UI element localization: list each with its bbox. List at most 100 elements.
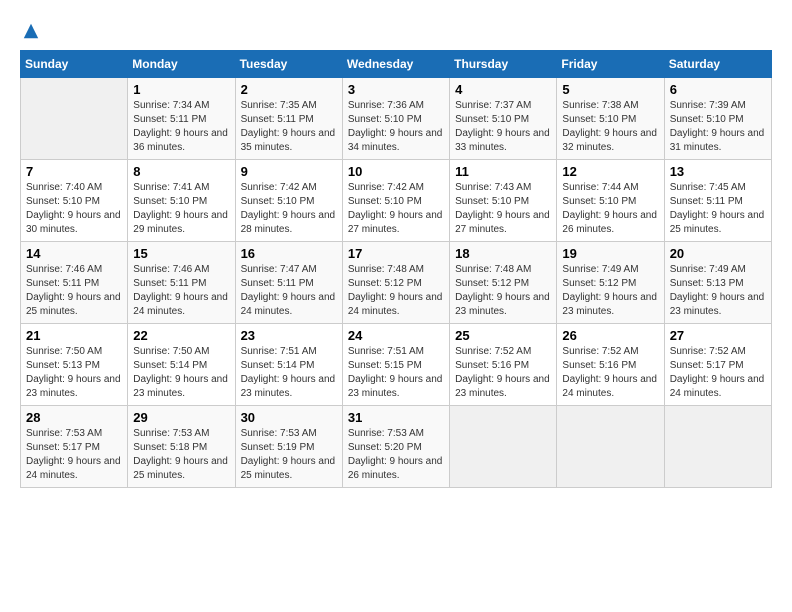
day-number: 28 bbox=[26, 410, 122, 425]
calendar-week-row: 28 Sunrise: 7:53 AM Sunset: 5:17 PM Dayl… bbox=[21, 405, 772, 487]
page-header bbox=[20, 20, 772, 40]
calendar-day-cell: 22 Sunrise: 7:50 AM Sunset: 5:14 PM Dayl… bbox=[128, 323, 235, 405]
sunrise-text: Sunrise: 7:48 AM bbox=[455, 264, 531, 275]
calendar-day-cell: 24 Sunrise: 7:51 AM Sunset: 5:15 PM Dayl… bbox=[342, 323, 449, 405]
sunset-text: Sunset: 5:16 PM bbox=[455, 360, 529, 371]
day-info: Sunrise: 7:42 AM Sunset: 5:10 PM Dayligh… bbox=[241, 181, 337, 237]
calendar-day-cell: 29 Sunrise: 7:53 AM Sunset: 5:18 PM Dayl… bbox=[128, 405, 235, 487]
daylight-text: Daylight: 9 hours and 27 minutes. bbox=[455, 210, 550, 235]
day-info: Sunrise: 7:47 AM Sunset: 5:11 PM Dayligh… bbox=[241, 263, 337, 319]
calendar-table: SundayMondayTuesdayWednesdayThursdayFrid… bbox=[20, 50, 772, 488]
day-number: 11 bbox=[455, 164, 551, 179]
daylight-text: Daylight: 9 hours and 23 minutes. bbox=[133, 374, 228, 399]
day-info: Sunrise: 7:37 AM Sunset: 5:10 PM Dayligh… bbox=[455, 99, 551, 155]
calendar-day-cell: 17 Sunrise: 7:48 AM Sunset: 5:12 PM Dayl… bbox=[342, 241, 449, 323]
daylight-text: Daylight: 9 hours and 23 minutes. bbox=[562, 292, 657, 317]
day-info: Sunrise: 7:53 AM Sunset: 5:19 PM Dayligh… bbox=[241, 427, 337, 483]
calendar-day-cell: 12 Sunrise: 7:44 AM Sunset: 5:10 PM Dayl… bbox=[557, 159, 664, 241]
sunrise-text: Sunrise: 7:52 AM bbox=[455, 346, 531, 357]
daylight-text: Daylight: 9 hours and 24 minutes. bbox=[133, 292, 228, 317]
day-info: Sunrise: 7:36 AM Sunset: 5:10 PM Dayligh… bbox=[348, 99, 444, 155]
day-info: Sunrise: 7:38 AM Sunset: 5:10 PM Dayligh… bbox=[562, 99, 658, 155]
calendar-day-cell: 7 Sunrise: 7:40 AM Sunset: 5:10 PM Dayli… bbox=[21, 159, 128, 241]
day-info: Sunrise: 7:44 AM Sunset: 5:10 PM Dayligh… bbox=[562, 181, 658, 237]
sunrise-text: Sunrise: 7:45 AM bbox=[670, 182, 746, 193]
day-info: Sunrise: 7:51 AM Sunset: 5:15 PM Dayligh… bbox=[348, 345, 444, 401]
weekday-header: Wednesday bbox=[342, 50, 449, 77]
sunset-text: Sunset: 5:15 PM bbox=[348, 360, 422, 371]
daylight-text: Daylight: 9 hours and 32 minutes. bbox=[562, 128, 657, 153]
calendar-day-cell bbox=[557, 405, 664, 487]
day-number: 6 bbox=[670, 82, 766, 97]
day-info: Sunrise: 7:35 AM Sunset: 5:11 PM Dayligh… bbox=[241, 99, 337, 155]
daylight-text: Daylight: 9 hours and 28 minutes. bbox=[241, 210, 336, 235]
sunrise-text: Sunrise: 7:53 AM bbox=[348, 428, 424, 439]
day-number: 5 bbox=[562, 82, 658, 97]
calendar-day-cell: 26 Sunrise: 7:52 AM Sunset: 5:16 PM Dayl… bbox=[557, 323, 664, 405]
day-number: 22 bbox=[133, 328, 229, 343]
daylight-text: Daylight: 9 hours and 24 minutes. bbox=[562, 374, 657, 399]
day-number: 9 bbox=[241, 164, 337, 179]
sunrise-text: Sunrise: 7:36 AM bbox=[348, 100, 424, 111]
day-info: Sunrise: 7:53 AM Sunset: 5:20 PM Dayligh… bbox=[348, 427, 444, 483]
sunrise-text: Sunrise: 7:42 AM bbox=[348, 182, 424, 193]
day-info: Sunrise: 7:49 AM Sunset: 5:13 PM Dayligh… bbox=[670, 263, 766, 319]
calendar-day-cell bbox=[21, 77, 128, 159]
sunrise-text: Sunrise: 7:48 AM bbox=[348, 264, 424, 275]
calendar-body: 1 Sunrise: 7:34 AM Sunset: 5:11 PM Dayli… bbox=[21, 77, 772, 487]
sunrise-text: Sunrise: 7:47 AM bbox=[241, 264, 317, 275]
calendar-week-row: 21 Sunrise: 7:50 AM Sunset: 5:13 PM Dayl… bbox=[21, 323, 772, 405]
sunrise-text: Sunrise: 7:42 AM bbox=[241, 182, 317, 193]
sunrise-text: Sunrise: 7:41 AM bbox=[133, 182, 209, 193]
calendar-day-cell: 20 Sunrise: 7:49 AM Sunset: 5:13 PM Dayl… bbox=[664, 241, 771, 323]
calendar-day-cell: 15 Sunrise: 7:46 AM Sunset: 5:11 PM Dayl… bbox=[128, 241, 235, 323]
daylight-text: Daylight: 9 hours and 23 minutes. bbox=[26, 374, 121, 399]
sunset-text: Sunset: 5:11 PM bbox=[26, 278, 99, 289]
day-number: 21 bbox=[26, 328, 122, 343]
daylight-text: Daylight: 9 hours and 23 minutes. bbox=[241, 374, 336, 399]
sunrise-text: Sunrise: 7:37 AM bbox=[455, 100, 531, 111]
day-number: 3 bbox=[348, 82, 444, 97]
daylight-text: Daylight: 9 hours and 23 minutes. bbox=[455, 292, 550, 317]
calendar-day-cell: 19 Sunrise: 7:49 AM Sunset: 5:12 PM Dayl… bbox=[557, 241, 664, 323]
day-info: Sunrise: 7:39 AM Sunset: 5:10 PM Dayligh… bbox=[670, 99, 766, 155]
sunset-text: Sunset: 5:19 PM bbox=[241, 442, 315, 453]
daylight-text: Daylight: 9 hours and 24 minutes. bbox=[241, 292, 336, 317]
calendar-day-cell: 3 Sunrise: 7:36 AM Sunset: 5:10 PM Dayli… bbox=[342, 77, 449, 159]
calendar-day-cell: 14 Sunrise: 7:46 AM Sunset: 5:11 PM Dayl… bbox=[21, 241, 128, 323]
daylight-text: Daylight: 9 hours and 33 minutes. bbox=[455, 128, 550, 153]
calendar-day-cell bbox=[664, 405, 771, 487]
logo bbox=[20, 20, 40, 40]
sunrise-text: Sunrise: 7:53 AM bbox=[133, 428, 209, 439]
day-number: 23 bbox=[241, 328, 337, 343]
daylight-text: Daylight: 9 hours and 30 minutes. bbox=[26, 210, 121, 235]
sunset-text: Sunset: 5:18 PM bbox=[133, 442, 207, 453]
day-number: 29 bbox=[133, 410, 229, 425]
calendar-day-cell: 18 Sunrise: 7:48 AM Sunset: 5:12 PM Dayl… bbox=[450, 241, 557, 323]
sunset-text: Sunset: 5:10 PM bbox=[133, 196, 207, 207]
sunset-text: Sunset: 5:12 PM bbox=[348, 278, 422, 289]
day-info: Sunrise: 7:53 AM Sunset: 5:17 PM Dayligh… bbox=[26, 427, 122, 483]
sunrise-text: Sunrise: 7:38 AM bbox=[562, 100, 638, 111]
calendar-day-cell: 23 Sunrise: 7:51 AM Sunset: 5:14 PM Dayl… bbox=[235, 323, 342, 405]
day-number: 14 bbox=[26, 246, 122, 261]
daylight-text: Daylight: 9 hours and 26 minutes. bbox=[562, 210, 657, 235]
sunset-text: Sunset: 5:11 PM bbox=[241, 278, 314, 289]
calendar-day-cell: 16 Sunrise: 7:47 AM Sunset: 5:11 PM Dayl… bbox=[235, 241, 342, 323]
day-number: 20 bbox=[670, 246, 766, 261]
weekday-header: Tuesday bbox=[235, 50, 342, 77]
daylight-text: Daylight: 9 hours and 25 minutes. bbox=[670, 210, 765, 235]
day-info: Sunrise: 7:43 AM Sunset: 5:10 PM Dayligh… bbox=[455, 181, 551, 237]
sunrise-text: Sunrise: 7:46 AM bbox=[26, 264, 102, 275]
day-number: 18 bbox=[455, 246, 551, 261]
sunset-text: Sunset: 5:11 PM bbox=[241, 114, 314, 125]
sunrise-text: Sunrise: 7:49 AM bbox=[562, 264, 638, 275]
day-number: 15 bbox=[133, 246, 229, 261]
day-number: 25 bbox=[455, 328, 551, 343]
day-info: Sunrise: 7:42 AM Sunset: 5:10 PM Dayligh… bbox=[348, 181, 444, 237]
calendar-day-cell: 10 Sunrise: 7:42 AM Sunset: 5:10 PM Dayl… bbox=[342, 159, 449, 241]
sunset-text: Sunset: 5:20 PM bbox=[348, 442, 422, 453]
daylight-text: Daylight: 9 hours and 35 minutes. bbox=[241, 128, 336, 153]
day-info: Sunrise: 7:49 AM Sunset: 5:12 PM Dayligh… bbox=[562, 263, 658, 319]
day-number: 10 bbox=[348, 164, 444, 179]
